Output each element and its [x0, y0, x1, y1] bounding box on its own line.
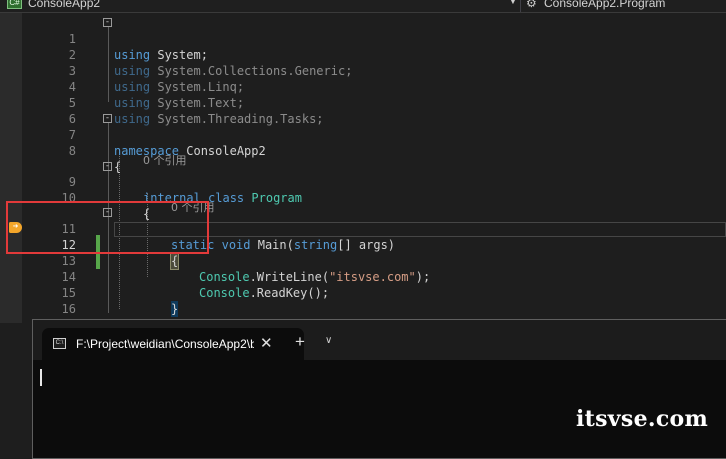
watermark: itsvse.com — [576, 406, 709, 432]
code-line[interactable]: 8 { — [0, 127, 726, 174]
terminal-tab[interactable]: C:\ F:\Project\weidian\ConsoleApp2\bin\D… — [42, 328, 304, 360]
code-line[interactable]: 17 } — [0, 301, 726, 348]
code-line[interactable]: 4 using System.Text; — [0, 63, 726, 110]
console-window[interactable]: C:\ F:\Project\weidian\ConsoleApp2\bin\D… — [32, 319, 726, 459]
new-tab-plus-icon[interactable]: + — [295, 332, 305, 352]
project-dropdown[interactable]: ConsoleApp2 — [28, 0, 100, 10]
close-icon[interactable]: ✕ — [260, 334, 273, 352]
dropdown-separator — [520, 0, 521, 12]
code-line[interactable]: 9 internal class Program — [0, 158, 726, 205]
code-line[interactable]: 3 using System.Linq; — [0, 47, 726, 94]
code-line[interactable]: 2 using System.Collections.Generic; — [0, 31, 726, 78]
code-editor[interactable]: - - - - 1 using System; 2 using System.C… — [0, 13, 726, 348]
terminal-tab-bar: C:\ F:\Project\weidian\ConsoleApp2\bin\D… — [33, 320, 726, 360]
dropdown-arrow-icon[interactable]: ▼ — [509, 0, 517, 6]
code-text: ConsoleApp2 — [179, 144, 266, 158]
line-number: 8 — [68, 144, 76, 158]
navigation-bar: C# ConsoleApp2 ▼ ⚙ ConsoleApp2.Program — [0, 0, 726, 13]
csharp-project-icon: C# — [7, 0, 22, 9]
code-line[interactable]: 10 { — [0, 174, 726, 221]
code-line[interactable]: 6 — [0, 95, 726, 126]
code-line[interactable]: 16 } — [0, 285, 726, 332]
class-icon: ⚙ — [526, 0, 537, 10]
code-line[interactable]: 1 using System; — [0, 15, 726, 62]
code-line[interactable]: 7 namespace ConsoleApp2 — [0, 111, 726, 158]
terminal-tab-title: F:\Project\weidian\ConsoleApp2\bin\Debug… — [76, 337, 254, 351]
code-line[interactable]: 14 Console.ReadKey(); — [0, 253, 726, 300]
code-line[interactable]: 15 } — [0, 269, 726, 317]
console-app-icon: C:\ — [53, 338, 66, 349]
annotation-highlight-box — [6, 201, 209, 254]
code-line[interactable]: 5 using System.Threading.Tasks; — [0, 79, 726, 126]
class-dropdown[interactable]: ConsoleApp2.Program — [544, 0, 665, 10]
type-name: Program — [251, 191, 302, 205]
text-cursor — [40, 369, 42, 386]
chevron-down-icon[interactable]: ∨ — [325, 335, 332, 346]
